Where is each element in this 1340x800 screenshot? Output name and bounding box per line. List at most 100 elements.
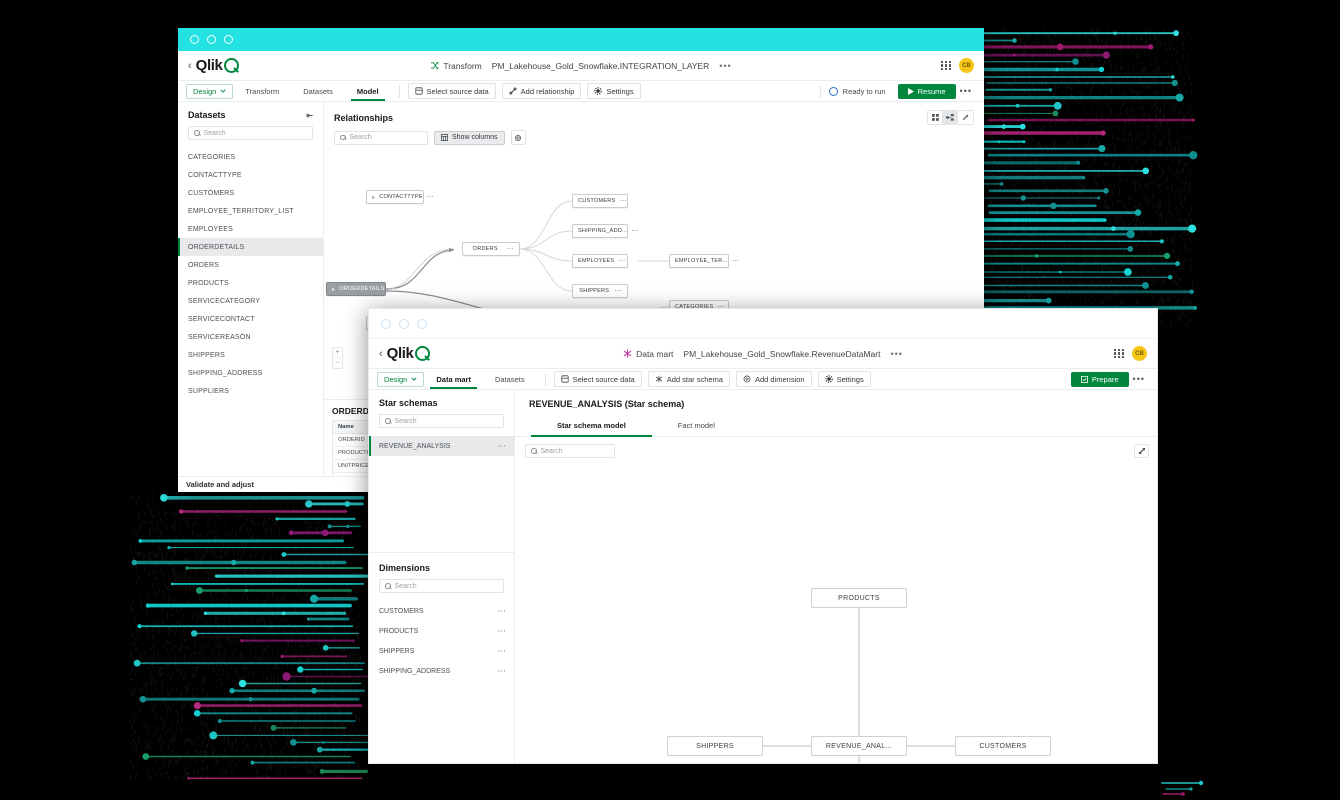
dimensions-search-input[interactable]: Search bbox=[379, 579, 504, 593]
star-schema-canvas[interactable]: PRODUCTS SHIPPERS REVENUE_ANAL... CUSTOM… bbox=[515, 465, 1157, 763]
list-item[interactable]: SHIPPERS bbox=[178, 346, 323, 364]
tab-datasets[interactable]: Datasets bbox=[291, 83, 345, 100]
list-item-selected[interactable]: ORDERDETAILS bbox=[178, 238, 323, 256]
list-item[interactable]: ORDERS bbox=[178, 256, 323, 274]
list-item[interactable]: PRODUCTS bbox=[178, 274, 323, 292]
window2-titlebar[interactable] bbox=[369, 309, 1157, 339]
window1-close-button[interactable] bbox=[190, 35, 199, 44]
select-source-data-button[interactable]: Select source data bbox=[553, 371, 642, 387]
datasets-search-input[interactable]: Search bbox=[188, 126, 313, 140]
tab-transform[interactable]: Transform bbox=[233, 83, 291, 100]
node-customers[interactable]: CUSTOMERS ⋯ bbox=[572, 194, 628, 208]
node-expand-icon[interactable]: ▸ bbox=[372, 194, 375, 201]
view-toggle-group[interactable] bbox=[927, 110, 974, 125]
list-item[interactable]: CUSTOMERS ⋮ bbox=[369, 601, 514, 621]
node-contacttype[interactable]: ▸ CONTACTTYPE ⋯ bbox=[366, 190, 434, 204]
list-item[interactable]: CATEGORIES bbox=[178, 148, 323, 166]
app-launcher-icon[interactable] bbox=[1114, 348, 1124, 359]
node-menu-icon[interactable]: ⋯ bbox=[619, 197, 627, 205]
node-menu-icon[interactable]: ⋯ bbox=[389, 285, 397, 293]
node-orders[interactable]: ORDERS ⋯ bbox=[462, 242, 520, 256]
canvas-zoom-control[interactable]: + − bbox=[332, 347, 343, 369]
toolbar-overflow-button[interactable]: ••• bbox=[956, 86, 976, 96]
kebab-menu-icon[interactable]: ⋮ bbox=[497, 442, 506, 450]
expand-icon[interactable] bbox=[1134, 444, 1149, 458]
node-menu-icon[interactable]: ⋯ bbox=[507, 245, 515, 253]
resume-button[interactable]: Resume bbox=[897, 83, 956, 99]
node-employees[interactable]: EMPLOYEES ⋯ bbox=[572, 254, 628, 268]
list-item[interactable]: SERVICEREASON bbox=[178, 328, 323, 346]
window1-minimize-button[interactable] bbox=[207, 35, 216, 44]
node-orderdetails[interactable]: ▸ ORDERDETAILS ⋯ bbox=[326, 282, 396, 296]
node-shippers[interactable]: SHIPPERS ⋯ bbox=[572, 284, 628, 298]
window1-maximize-button[interactable] bbox=[224, 35, 233, 44]
window2-close-button[interactable] bbox=[381, 318, 391, 329]
layout-icon[interactable] bbox=[510, 130, 526, 145]
node-menu-icon[interactable]: ⋯ bbox=[615, 287, 623, 295]
app-launcher-icon[interactable] bbox=[941, 60, 951, 71]
node-expand-icon[interactable]: ▸ bbox=[332, 286, 335, 293]
model-view-icon[interactable] bbox=[943, 111, 958, 124]
list-item[interactable]: SERVICECATEGORY bbox=[178, 292, 323, 310]
window1-titlebar[interactable] bbox=[178, 28, 984, 51]
list-item[interactable]: CUSTOMERS bbox=[178, 184, 323, 202]
list-item[interactable]: SHIPPING_ADDRESS bbox=[178, 364, 323, 382]
show-columns-button[interactable]: Show columns bbox=[434, 130, 505, 145]
add-dimension-button[interactable]: Add dimension bbox=[735, 371, 812, 387]
zoom-in-button[interactable]: + bbox=[333, 348, 342, 358]
window2-minimize-button[interactable] bbox=[399, 318, 409, 329]
kebab-menu-icon[interactable]: ⋮ bbox=[497, 647, 506, 655]
list-item[interactable]: PRODUCTS ⋮ bbox=[369, 621, 514, 641]
node-shipping-address[interactable]: SHIPPING_ADD... ⋯ bbox=[572, 224, 638, 238]
window-revenue-data-mart[interactable]: ‹ Qlik Data mart PM_Lakehouse_Gold_Snowf… bbox=[368, 308, 1158, 764]
zoom-out-button[interactable]: − bbox=[333, 358, 342, 368]
tab-fact-model[interactable]: Fact model bbox=[652, 415, 741, 436]
list-item[interactable]: SERVICECONTACT bbox=[178, 310, 323, 328]
back-button[interactable]: ‹ bbox=[188, 60, 192, 72]
add-star-schema-button[interactable]: Add star schema bbox=[647, 371, 730, 387]
context-more-button[interactable]: ••• bbox=[890, 349, 902, 359]
kebab-menu-icon[interactable]: ⋮ bbox=[497, 627, 506, 635]
relationships-search-input[interactable]: Search bbox=[334, 130, 428, 145]
tab-datasets[interactable]: Datasets bbox=[483, 371, 537, 388]
design-mode-button[interactable]: Design bbox=[186, 83, 234, 99]
node-menu-icon[interactable]: ⋯ bbox=[631, 227, 639, 235]
star-node-products[interactable]: PRODUCTS bbox=[811, 588, 907, 608]
list-item[interactable]: EMPLOYEE_TERRITORY_LIST bbox=[178, 202, 323, 220]
list-item[interactable]: SHIPPING_ADDRESS ⋮ bbox=[369, 661, 514, 681]
list-item[interactable]: EMPLOYEES bbox=[178, 220, 323, 238]
settings-button[interactable]: Settings bbox=[817, 371, 871, 387]
kebab-menu-icon[interactable]: ⋮ bbox=[497, 607, 506, 615]
list-item[interactable]: SUPPLIERS bbox=[178, 382, 323, 400]
grid-view-icon[interactable] bbox=[928, 111, 943, 124]
tab-star-schema-model[interactable]: Star schema model bbox=[531, 415, 652, 437]
settings-button[interactable]: Settings bbox=[587, 83, 641, 99]
star-node-revenue-analysis[interactable]: REVENUE_ANAL... bbox=[811, 736, 907, 756]
avatar[interactable]: CB bbox=[1132, 346, 1147, 361]
select-source-data-button[interactable]: Select source data bbox=[407, 83, 496, 99]
tab-model[interactable]: Model bbox=[345, 83, 391, 101]
list-item-revenue-analysis[interactable]: REVENUE_ANALYSIS ⋮ bbox=[369, 436, 514, 456]
list-item[interactable]: SHIPPERS ⋮ bbox=[369, 641, 514, 661]
node-menu-icon[interactable]: ⋯ bbox=[427, 193, 435, 201]
design-mode-button[interactable]: Design bbox=[377, 371, 425, 387]
node-employee-territory[interactable]: EMPLOYEE_TER... ⋯ bbox=[669, 254, 739, 268]
add-relationship-button[interactable]: Add relationship bbox=[501, 83, 582, 99]
star-node-shippers[interactable]: SHIPPERS bbox=[667, 736, 763, 756]
tab-data-mart[interactable]: Data mart bbox=[424, 371, 483, 389]
back-button[interactable]: ‹ bbox=[379, 348, 383, 360]
star-schema-search-input[interactable]: Search bbox=[525, 444, 615, 458]
collapse-left-icon[interactable]: ⇤ bbox=[306, 111, 313, 120]
list-item[interactable]: CONTACTTYPE bbox=[178, 166, 323, 184]
star-node-customers[interactable]: CUSTOMERS bbox=[955, 736, 1051, 756]
prepare-button[interactable]: Prepare bbox=[1070, 371, 1129, 387]
star-schemas-search-input[interactable]: Search bbox=[379, 414, 504, 428]
node-menu-icon[interactable]: ⋯ bbox=[618, 257, 626, 265]
window2-maximize-button[interactable] bbox=[417, 318, 427, 329]
expand-view-icon[interactable] bbox=[958, 111, 973, 124]
toolbar-overflow-button[interactable]: ••• bbox=[1129, 374, 1149, 384]
avatar[interactable]: CB bbox=[959, 58, 974, 73]
node-menu-icon[interactable]: ⋯ bbox=[732, 257, 740, 265]
kebab-menu-icon[interactable]: ⋮ bbox=[497, 667, 506, 675]
context-more-button[interactable]: ••• bbox=[719, 61, 731, 71]
